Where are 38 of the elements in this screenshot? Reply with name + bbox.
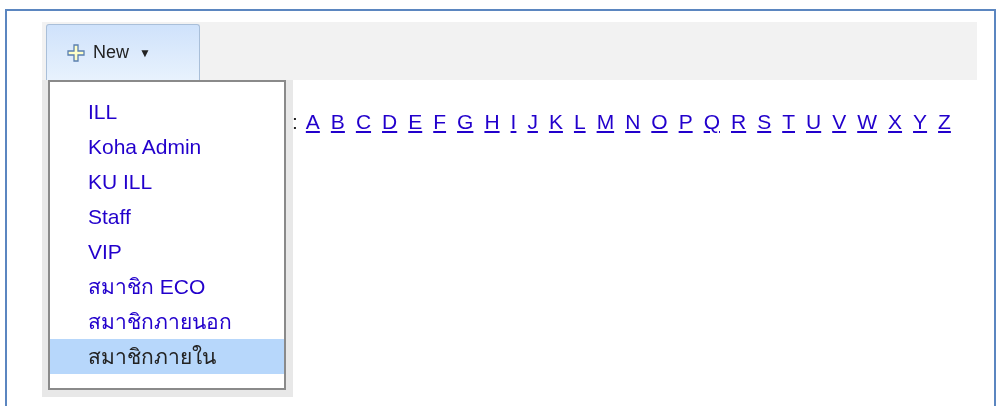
letter-link[interactable]: V <box>832 106 847 138</box>
caret-icon: ▼ <box>139 43 151 62</box>
letter-link[interactable]: O <box>651 106 668 138</box>
letter-link[interactable]: I <box>510 106 517 138</box>
letter-link[interactable]: Q <box>703 106 720 138</box>
letter-link[interactable]: Z <box>938 106 951 138</box>
letter-link[interactable]: P <box>678 106 693 138</box>
letter-link[interactable]: F <box>433 106 447 138</box>
letter-link[interactable]: T <box>782 106 795 138</box>
letter-link[interactable]: W <box>857 106 878 138</box>
letter-link[interactable]: H <box>484 106 500 138</box>
browse-label-end: : <box>292 109 298 135</box>
menu-item[interactable]: สมาชิกภายนอก <box>50 304 284 339</box>
menu-item[interactable]: สมาชิก ECO <box>50 269 284 304</box>
letter-link[interactable]: D <box>382 106 398 138</box>
letter-link[interactable]: X <box>888 106 903 138</box>
letter-link[interactable]: S <box>757 106 772 138</box>
menu-item[interactable]: Staff <box>50 199 284 234</box>
letter-link[interactable]: N <box>625 106 641 138</box>
letter-link[interactable]: L <box>573 106 586 138</box>
menu-item[interactable]: KU ILL <box>50 164 284 199</box>
letter-link[interactable]: B <box>330 106 345 138</box>
letter-link[interactable]: E <box>408 106 423 138</box>
letter-link[interactable]: M <box>596 106 615 138</box>
menu-item[interactable]: Koha Admin <box>50 129 284 164</box>
letter-link[interactable]: A <box>305 106 320 138</box>
new-button[interactable]: New ▼ <box>46 24 200 80</box>
letter-link[interactable]: K <box>548 106 563 138</box>
letter-link[interactable]: U <box>806 106 822 138</box>
menu-item[interactable]: ILL <box>50 94 284 129</box>
letter-link[interactable]: C <box>355 106 372 138</box>
letter-link[interactable]: Y <box>913 106 928 138</box>
plus-icon <box>67 43 85 62</box>
menu-item[interactable]: VIP <box>50 234 284 269</box>
letter-link[interactable]: G <box>457 106 474 138</box>
letter-link[interactable]: R <box>731 106 747 138</box>
letter-link[interactable]: J <box>527 106 538 138</box>
menu-item[interactable]: สมาชิกภายใน <box>50 339 284 374</box>
